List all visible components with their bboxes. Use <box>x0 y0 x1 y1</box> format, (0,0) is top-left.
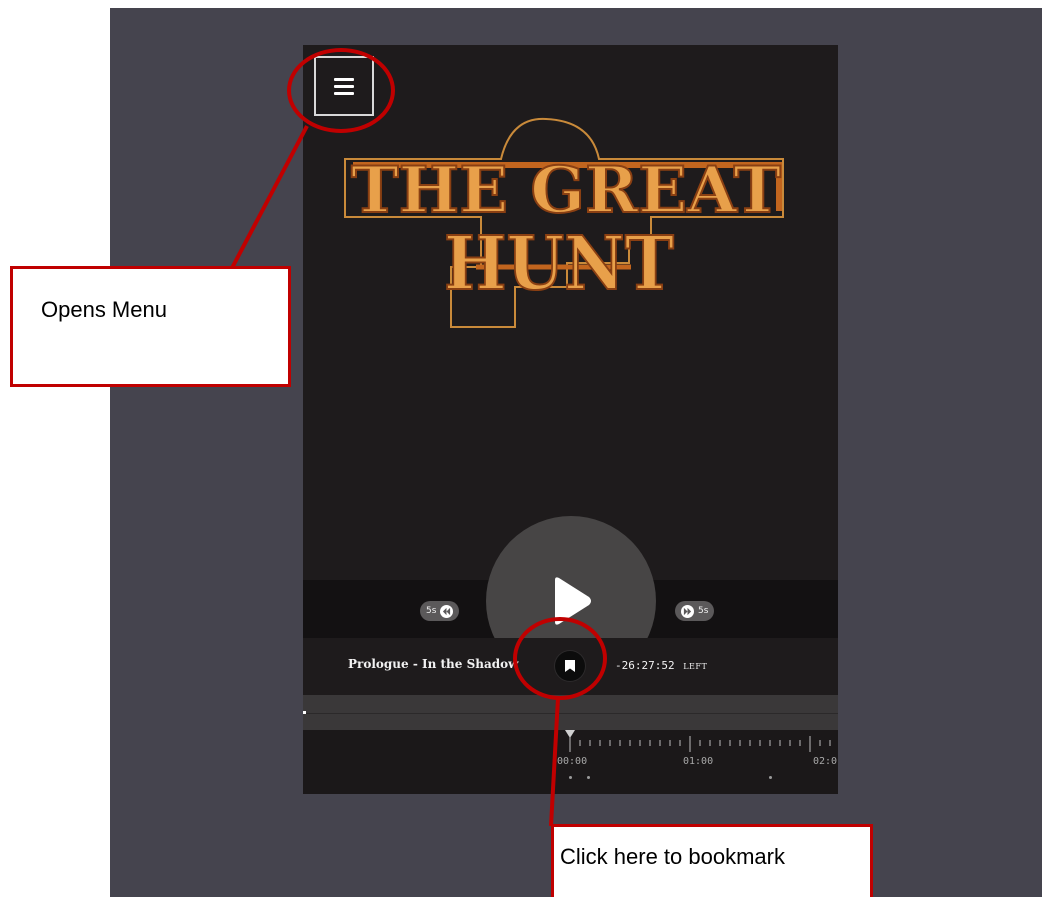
time-remaining-value: -26:27:52 <box>615 659 675 672</box>
bookmark-dot[interactable] <box>769 776 772 779</box>
rewind-icon <box>440 604 454 618</box>
skip-back-button[interactable]: 5s <box>420 601 460 621</box>
bookmark-dot[interactable] <box>569 776 572 779</box>
chapter-timeline[interactable]: 00:00 01:00 02:0 <box>303 730 838 794</box>
menu-callout-text: Opens Menu <box>41 297 167 322</box>
bookmark-callout-box: Click here to bookmark <box>551 824 873 897</box>
menu-callout-circle <box>287 48 395 133</box>
fast-forward-icon <box>681 604 694 618</box>
menu-callout-box: Opens Menu <box>10 266 291 387</box>
bookmark-dot[interactable] <box>587 776 590 779</box>
chapter-title[interactable]: Prologue - In the Shadow <box>348 657 518 671</box>
progress-knob[interactable] <box>303 711 306 714</box>
time-remaining-suffix: LEFT <box>683 662 708 671</box>
logo-title-line1: THE GREAT <box>351 153 781 228</box>
progress-track-line <box>303 713 838 714</box>
skip-forward-button[interactable]: 5s <box>675 601 715 621</box>
time-remaining: -26:27:52 LEFT <box>615 659 707 672</box>
logo-title-line2: HUNT <box>444 221 674 307</box>
timeline-ticks <box>569 736 831 752</box>
timeline-label-2: 02:0 <box>813 756 838 767</box>
bookmark-callout-text: Click here to bookmark <box>560 844 785 869</box>
progress-bar[interactable] <box>303 695 838 730</box>
bookmark-callout-circle <box>513 617 607 700</box>
timeline-label-0: 00:00 <box>557 756 588 767</box>
skip-forward-label: 5s <box>698 606 709 616</box>
book-cover-logo: THE GREAT HUNT <box>344 117 784 328</box>
skip-back-label: 5s <box>426 606 437 616</box>
timeline-label-1: 01:00 <box>683 756 714 767</box>
